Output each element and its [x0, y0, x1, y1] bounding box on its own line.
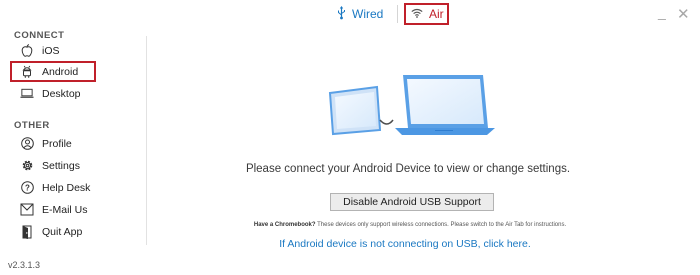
sidebar-item-desktop[interactable]: Desktop — [10, 83, 135, 104]
gear-icon — [20, 159, 34, 173]
sidebar-item-help-desk[interactable]: ? Help Desk — [10, 177, 135, 198]
chromebook-note-title: Have a Chromebook? — [253, 222, 316, 228]
disable-android-usb-button[interactable]: Disable Android USB Support — [330, 193, 494, 211]
email-icon — [20, 203, 34, 217]
sidebar-item-android[interactable]: Android — [10, 61, 96, 82]
tab-wired[interactable]: Wired — [337, 3, 383, 25]
tab-separator — [397, 5, 398, 23]
connect-device-message: Please connect your Android Device to vi… — [245, 163, 571, 175]
quit-icon — [20, 225, 34, 239]
wifi-icon — [411, 7, 423, 21]
tab-wired-label: Wired — [352, 7, 384, 21]
android-icon — [20, 65, 34, 79]
sidebar-item-email-us[interactable]: E-Mail Us — [10, 199, 135, 220]
sidebar-item-profile[interactable]: Profile — [10, 133, 135, 154]
chromebook-note: Have a Chromebook? These devices only su… — [160, 222, 660, 228]
svg-text:?: ? — [25, 184, 30, 193]
close-icon[interactable]: ✕ — [677, 7, 690, 22]
chromebook-note-text: These devices only support wireless conn… — [315, 222, 567, 228]
sidebar-item-ios[interactable]: iOS — [10, 40, 135, 61]
sidebar-item-settings[interactable]: Settings — [10, 155, 135, 176]
sidebar-item-email-us-label: E-Mail Us — [42, 203, 88, 216]
other-section-header: OTHER — [14, 120, 50, 131]
laptop-icon — [20, 87, 34, 101]
sidebar-item-desktop-label: Desktop — [42, 87, 81, 100]
sidebar-item-quit-app[interactable]: Quit App — [10, 221, 135, 242]
version-label: v2.3.1.3 — [8, 260, 41, 270]
usb-troubleshoot-link[interactable]: If Android device is not connecting on U… — [155, 238, 655, 250]
sidebar-item-android-label: Android — [42, 65, 79, 78]
sidebar-item-help-desk-label: Help Desk — [42, 181, 91, 194]
tab-air[interactable]: Air — [404, 3, 449, 25]
profile-icon — [20, 137, 34, 151]
tablet-laptop-connection-icon — [325, 70, 495, 142]
sidebar-item-ios-label: iOS — [42, 44, 60, 57]
sidebar-item-settings-label: Settings — [42, 159, 80, 172]
apple-icon — [20, 44, 34, 58]
sidebar-item-quit-app-label: Quit App — [42, 225, 83, 238]
minimize-icon[interactable]: _ — [658, 5, 666, 19]
usb-icon — [337, 5, 346, 23]
help-icon: ? — [20, 181, 34, 195]
tab-air-label: Air — [429, 7, 444, 21]
sidebar-divider — [146, 36, 147, 245]
sidebar-item-profile-label: Profile — [42, 137, 72, 150]
sidebar: CONNECT iOS Android Desktop OTHER Profil… — [0, 26, 145, 275]
